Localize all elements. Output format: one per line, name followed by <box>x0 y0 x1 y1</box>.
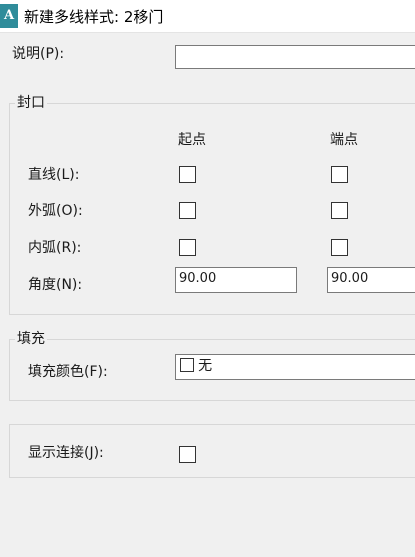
caps-start-column-header: 起点 <box>178 132 206 148</box>
inner-arc-start-checkbox[interactable] <box>179 239 196 256</box>
line-start-checkbox[interactable] <box>179 166 196 183</box>
angle-start-input[interactable]: 90.00 <box>175 267 297 293</box>
color-swatch-icon <box>180 358 194 372</box>
display-joints-checkbox[interactable] <box>179 446 196 463</box>
outer-arc-start-checkbox[interactable] <box>179 202 196 219</box>
caps-group-title: 封口 <box>15 94 47 112</box>
app-icon: A <box>0 4 18 28</box>
description-label: 说明(P): <box>12 46 65 62</box>
fill-group-title: 填充 <box>15 330 47 348</box>
fill-color-label: 填充颜色(F): <box>28 364 108 380</box>
outer-arc-end-checkbox[interactable] <box>331 202 348 219</box>
display-joints-label: 显示连接(J): <box>28 445 104 461</box>
fill-color-dropdown[interactable]: 无 <box>175 354 415 380</box>
description-input[interactable] <box>175 45 415 69</box>
outer-arc-label: 外弧(O): <box>28 203 83 219</box>
angle-end-input[interactable]: 90.00 <box>327 267 415 293</box>
line-cap-label: 直线(L): <box>28 167 80 183</box>
inner-arc-label: 内弧(R): <box>28 240 82 256</box>
window-title: 新建多线样式: 2移门 <box>24 8 164 26</box>
line-end-checkbox[interactable] <box>331 166 348 183</box>
fill-color-value: 无 <box>198 358 213 374</box>
angle-label: 角度(N): <box>28 277 83 293</box>
inner-arc-end-checkbox[interactable] <box>331 239 348 256</box>
title-bar: A 新建多线样式: 2移门 <box>0 0 415 33</box>
caps-end-column-header: 端点 <box>330 132 358 148</box>
